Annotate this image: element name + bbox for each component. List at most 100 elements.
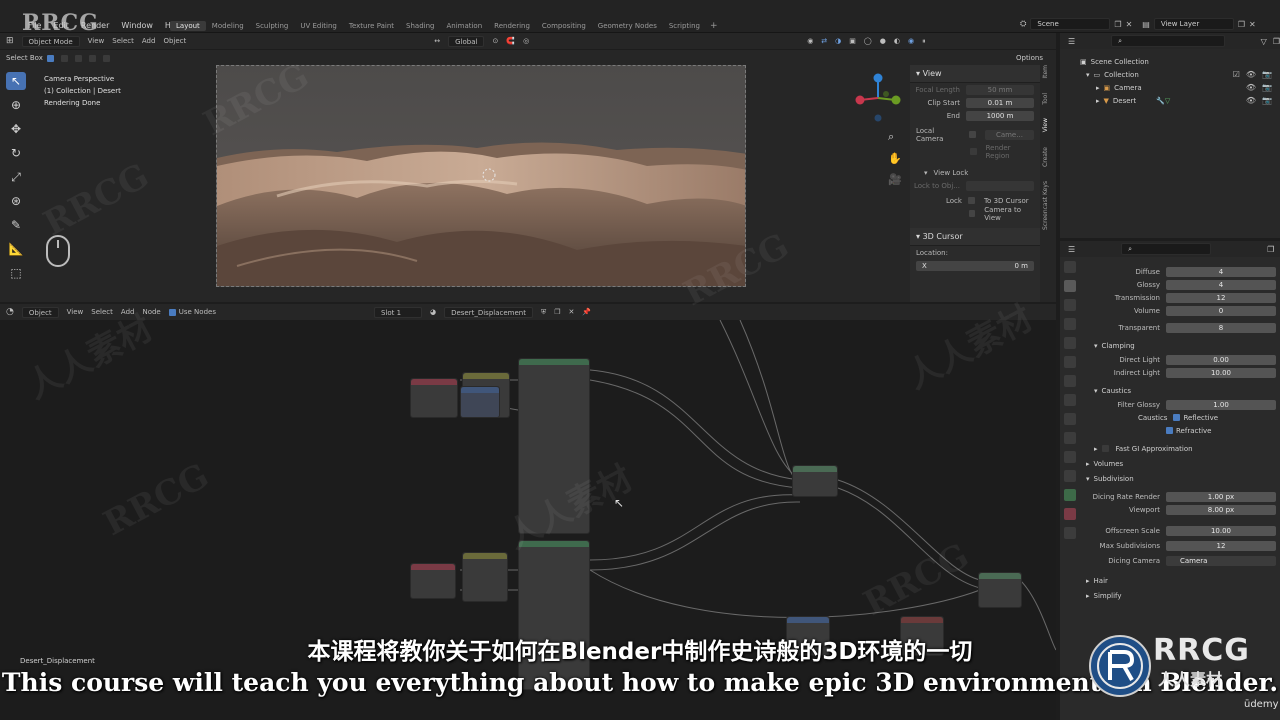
bounce-transmission-field[interactable]: 12 xyxy=(1166,292,1276,303)
refractive-checkbox[interactable] xyxy=(1166,427,1173,434)
3d-cursor-panel-header[interactable]: ▾ 3D Cursor xyxy=(910,228,1040,246)
tab-scripting[interactable]: Scripting xyxy=(663,21,706,31)
camera-view-icon[interactable]: 🎥 xyxy=(888,173,902,186)
node-red-2[interactable] xyxy=(410,563,456,599)
material-name-field[interactable]: Desert_Displacement xyxy=(444,306,533,318)
tab-shading[interactable]: Shading xyxy=(400,21,440,31)
menu-object[interactable]: Object xyxy=(163,37,186,45)
tab-modeling[interactable]: Modeling xyxy=(206,21,250,31)
object-tab-icon[interactable] xyxy=(1064,394,1076,406)
render-tab-icon[interactable] xyxy=(1064,280,1076,292)
node-group-tall-1[interactable] xyxy=(518,358,590,534)
particles-tab-icon[interactable] xyxy=(1064,432,1076,444)
xray-icon[interactable]: ▣ xyxy=(849,37,856,45)
outliner-new-collection-icon[interactable]: ❐ xyxy=(1273,37,1280,46)
node-menu-node[interactable]: Node xyxy=(142,308,160,316)
volumes-section[interactable]: ▸ Volumes xyxy=(1082,456,1278,471)
collection-checkbox-icon[interactable]: ☑ xyxy=(1233,70,1240,79)
measure-tool-icon[interactable]: 📐 xyxy=(6,240,26,258)
texture-tab-icon[interactable] xyxy=(1064,527,1076,539)
local-camera-checkbox[interactable] xyxy=(969,131,976,138)
add-workspace-icon[interactable]: + xyxy=(706,21,722,31)
clamping-section[interactable]: ▾ Clamping xyxy=(1082,338,1278,353)
menu-select[interactable]: Select xyxy=(112,37,134,45)
sidebar-tab-item[interactable]: Item xyxy=(1042,65,1054,79)
proportional-edit-icon[interactable]: ◎ xyxy=(523,37,529,45)
view-layer-tab-icon[interactable] xyxy=(1064,318,1076,330)
select-mode-invert-icon[interactable] xyxy=(88,54,96,62)
add-cube-tool-icon[interactable]: ⬚ xyxy=(6,264,26,282)
node-editor-type-icon[interactable]: ◔ xyxy=(6,307,14,317)
select-mode-subtract-icon[interactable] xyxy=(74,54,82,62)
expand-desert-icon[interactable]: ▸ xyxy=(1096,97,1100,105)
dicing-viewport-field[interactable]: 8.00 px xyxy=(1166,504,1276,515)
properties-editor-icon[interactable]: ☰ xyxy=(1068,245,1075,254)
bounce-diffuse-field[interactable]: 4 xyxy=(1166,266,1276,277)
outliner-filter-icon[interactable]: ▽ xyxy=(1261,37,1267,46)
zoom-icon[interactable]: ⌕ xyxy=(888,130,902,144)
desert-render-icon[interactable]: 📷 xyxy=(1262,96,1272,105)
sidebar-tab-create[interactable]: Create xyxy=(1042,147,1054,167)
render-region-checkbox[interactable] xyxy=(970,148,977,155)
camera-eye-icon[interactable]: 👁 xyxy=(1246,83,1256,92)
physics-tab-icon[interactable] xyxy=(1064,451,1076,463)
properties-search-input[interactable]: ⌕ xyxy=(1121,243,1212,255)
clip-start-field[interactable]: 0.01 m xyxy=(966,97,1034,108)
slot-dropdown[interactable]: Slot 1 xyxy=(373,306,422,318)
tab-compositing[interactable]: Compositing xyxy=(536,21,592,31)
sidebar-tab-tool[interactable]: Tool xyxy=(1042,93,1054,105)
data-tab-icon[interactable] xyxy=(1064,489,1076,501)
properties-options-icon[interactable]: ❐ xyxy=(1267,245,1274,254)
output-tab-icon[interactable] xyxy=(1064,299,1076,311)
node-menu-select[interactable]: Select xyxy=(91,308,113,316)
tab-layout[interactable]: Layout xyxy=(170,20,206,31)
pan-hand-icon[interactable]: ✋ xyxy=(888,152,902,165)
select-mode-intersect-icon[interactable] xyxy=(102,54,110,62)
desert-eye-icon[interactable]: 👁 xyxy=(1246,96,1256,105)
menu-render[interactable]: Render xyxy=(75,21,115,30)
outliner-item-camera[interactable]: ▸ ▣ Camera 👁 📷 xyxy=(1080,81,1280,94)
options-button[interactable]: Options xyxy=(1016,54,1043,62)
caustics-section[interactable]: ▾ Caustics xyxy=(1082,383,1278,398)
tool-tab-icon[interactable] xyxy=(1064,261,1076,273)
outliner-scene-collection[interactable]: ▣ Scene Collection xyxy=(1080,55,1280,68)
fast-gi-section[interactable]: ▸ Fast GI Approximation xyxy=(1082,441,1278,456)
simplify-section[interactable]: ▸ Simplify xyxy=(1082,588,1278,603)
node-blue-1[interactable] xyxy=(460,386,500,418)
clip-end-field[interactable]: 1000 m xyxy=(966,110,1034,121)
lock-to-object-field[interactable] xyxy=(966,180,1034,191)
node-menu-view[interactable]: View xyxy=(67,308,84,316)
tab-geometry-nodes[interactable]: Geometry Nodes xyxy=(592,21,663,31)
shading-rendered-icon[interactable]: ◉ xyxy=(908,37,914,45)
transform-orientation-dropdown[interactable]: Global xyxy=(448,35,485,47)
bounce-glossy-field[interactable]: 4 xyxy=(1166,279,1276,290)
outliner-collection-row[interactable]: ▾ ▭ Collection ☑ 👁 📷 xyxy=(1080,68,1280,81)
sidebar-tab-view[interactable]: View xyxy=(1042,118,1054,132)
outliner-search-input[interactable]: ⌕ xyxy=(1111,35,1225,47)
hair-section[interactable]: ▸ Hair xyxy=(1082,573,1278,588)
material-unlink-icon[interactable]: ✕ xyxy=(569,308,575,316)
constraints-tab-icon[interactable] xyxy=(1064,470,1076,482)
copy-view-layer-icon[interactable]: ❐ xyxy=(1238,20,1245,29)
menu-view[interactable]: View xyxy=(88,37,105,45)
node-object-dropdown[interactable]: Object xyxy=(21,306,59,318)
gizmo-toggle-icon[interactable]: ⇄ xyxy=(821,37,827,45)
node-mix-1[interactable] xyxy=(792,465,838,497)
select-mode-extend-icon[interactable] xyxy=(60,54,68,62)
focal-length-field[interactable]: 50 mm xyxy=(966,84,1034,95)
shading-wireframe-icon[interactable]: ◯ xyxy=(864,37,872,45)
material-fake-user-icon[interactable]: ⛨ xyxy=(541,308,546,317)
camera-render-icon[interactable]: 📷 xyxy=(1262,83,1272,92)
select-mode-new-icon[interactable] xyxy=(46,54,54,62)
collection-eye-icon[interactable]: 👁 xyxy=(1246,70,1256,79)
scale-tool-icon[interactable]: ⤢ xyxy=(6,168,26,186)
annotate-tool-icon[interactable]: ✎ xyxy=(6,216,26,234)
tab-texture-paint[interactable]: Texture Paint xyxy=(343,21,400,31)
collection-camera-icon[interactable]: 📷 xyxy=(1262,70,1272,79)
cursor-tool-icon[interactable]: ⊕ xyxy=(6,96,26,114)
view-panel-header[interactable]: ▾ View xyxy=(910,65,1040,83)
overlays-icon[interactable]: ◑ xyxy=(835,37,841,45)
copy-scene-icon[interactable]: ❐ xyxy=(1114,20,1121,29)
max-subdivisions-field[interactable]: 12 xyxy=(1166,540,1276,551)
expand-collection-icon[interactable]: ▾ xyxy=(1086,71,1090,79)
